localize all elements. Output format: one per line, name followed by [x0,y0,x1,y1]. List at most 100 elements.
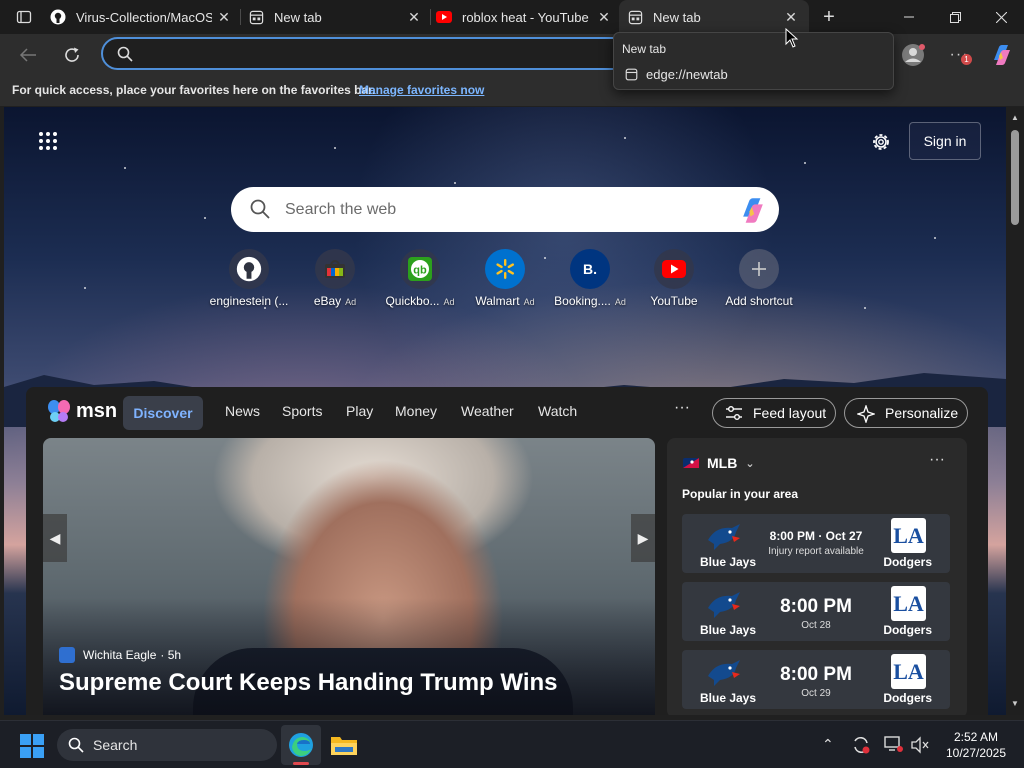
hover-card-title: New tab [622,42,667,56]
address-bar[interactable] [101,37,631,70]
volume-muted-icon[interactable] [910,736,930,759]
tab-newtab-active[interactable]: New tab ✕ [619,0,809,34]
web-search-box[interactable] [231,187,779,232]
tab-title: Virus-Collection/MacOS [76,9,212,25]
story-headline[interactable]: Supreme Court Keeps Handing Trump Wins [59,669,558,697]
ad-badge: Ad [614,297,626,307]
manage-favorites-link[interactable]: Manage favorites now [359,83,484,97]
shortcut-label: Booking.... [554,294,611,308]
personalize-button[interactable]: Personalize [844,398,968,428]
active-app-indicator [293,762,309,765]
address-input[interactable] [143,45,613,63]
favorites-message: For quick access, place your favorites h… [12,83,376,97]
shortcut-quickbooks[interactable]: qb Quickbo... Ad [377,249,463,308]
edge-icon [289,733,313,757]
scroll-down-icon[interactable]: ▼ [1011,699,1019,708]
search-icon [117,46,133,62]
game-card[interactable]: 8:00 PM Oct 28 LA Blue Jays Dodgers [682,582,950,641]
sign-in-button[interactable]: Sign in [909,122,981,160]
close-tab-icon[interactable]: ✕ [596,9,612,25]
chevron-up-icon[interactable]: ⌃ [822,736,834,753]
web-search-input[interactable] [285,199,715,221]
tab-youtube[interactable]: roblox heat - YouTube ✕ [430,0,620,34]
taskbar-edge-button[interactable] [281,725,321,765]
chevron-down-icon[interactable]: ⌄ [745,457,754,470]
restore-icon[interactable] [932,0,978,34]
nav-news[interactable]: News [225,403,260,419]
story-source: Wichita Eagle · 5h [59,647,181,663]
walmart-icon [485,249,525,289]
mlb-scores-widget: MLB ⌄ ··· Popular in your area 8:00 PM ·… [667,438,967,715]
sync-icon[interactable] [851,735,871,760]
network-icon[interactable] [884,736,904,759]
page-scrollbar[interactable]: ▲ ▼ [1006,107,1024,715]
hero-story-card[interactable]: Wichita Eagle · 5h Supreme Court Keeps H… [43,438,655,715]
carousel-next-icon[interactable]: ▶ [631,514,655,562]
tab-newtab-1[interactable]: New tab ✕ [240,0,430,34]
github-icon [229,249,269,289]
nav-play[interactable]: Play [346,403,373,419]
close-tab-icon[interactable]: ✕ [406,9,422,25]
minimize-icon[interactable] [886,0,932,34]
shortcut-walmart[interactable]: Walmart Ad [462,249,548,308]
notification-badge: 1 [961,54,972,65]
profile-avatar-icon[interactable] [899,41,927,69]
shortcut-github[interactable]: enginestein (... [206,249,292,308]
scroll-up-icon[interactable]: ▲ [1011,113,1019,122]
more-options-icon[interactable]: ··· 1 [945,41,973,69]
back-arrow-icon[interactable] [14,41,42,69]
github-icon [50,9,66,25]
nav-sports[interactable]: Sports [282,403,322,419]
tab-actions-icon[interactable] [10,3,38,31]
ebay-icon [315,249,355,289]
nav-money[interactable]: Money [395,403,437,419]
newtab-icon [625,68,638,81]
nav-discover[interactable]: Discover [123,396,203,430]
tab-github[interactable]: Virus-Collection/MacOS ✕ [50,0,240,34]
close-window-icon[interactable] [978,0,1024,34]
shortcut-youtube[interactable]: YouTube [631,249,717,308]
carousel-prev-icon[interactable]: ◀ [43,514,67,562]
copilot-icon[interactable] [738,197,768,224]
mlb-subtitle: Popular in your area [682,487,799,501]
copilot-icon[interactable] [988,41,1016,69]
scrollbar-thumb[interactable] [1011,130,1019,225]
msn-logo[interactable]: msn [46,397,117,425]
shortcut-ebay[interactable]: eBay Ad [292,249,378,308]
close-tab-icon[interactable]: ✕ [783,9,799,25]
widget-more-icon[interactable]: ··· [929,451,945,469]
windows-taskbar: Search ⌃ 2:52 AM 10/27/2025 [0,720,1024,768]
shortcut-booking[interactable]: B. Booking.... Ad [547,249,633,308]
game-card[interactable]: 8:00 PM · Oct 27 Injury report available… [682,514,950,573]
system-clock[interactable]: 2:52 AM 10/27/2025 [936,729,1016,761]
taskbar-search-label: Search [93,737,138,753]
dodgers-logo-icon: LA [891,518,926,553]
nav-watch[interactable]: Watch [538,403,577,419]
youtube-icon [436,9,452,25]
tab-title: New tab [274,9,322,25]
team-home: Blue Jays [700,555,757,569]
windows-start-icon[interactable] [20,734,44,763]
msn-feed: msn Discover News Sports Play Money Weat… [26,387,988,715]
refresh-icon[interactable] [58,41,86,69]
file-explorer-icon[interactable] [330,733,358,762]
close-tab-icon[interactable]: ✕ [216,9,232,25]
mlb-header[interactable]: MLB ⌄ [683,455,755,471]
more-nav-icon[interactable]: ··· [674,399,690,417]
mlb-logo-icon [683,458,699,468]
msn-brand-text: msn [76,399,118,422]
ad-badge: Ad [523,297,535,307]
tab-title: New tab [653,9,701,25]
gear-icon[interactable] [870,131,892,153]
shortcut-label: Quickbo... [385,294,440,308]
apps-grid-icon[interactable] [38,131,58,151]
booking-icon: B. [570,249,610,289]
quickbooks-icon: qb [400,249,440,289]
game-card[interactable]: 8:00 PM Oct 29 LA Blue Jays Dodgers [682,650,950,709]
new-tab-plus-icon[interactable]: + [815,3,843,31]
nav-weather[interactable]: Weather [461,403,514,419]
add-shortcut-button[interactable]: Add shortcut [716,249,802,308]
taskbar-search[interactable]: Search [57,729,277,761]
search-icon [250,199,270,219]
feed-layout-button[interactable]: Feed layout [712,398,836,428]
